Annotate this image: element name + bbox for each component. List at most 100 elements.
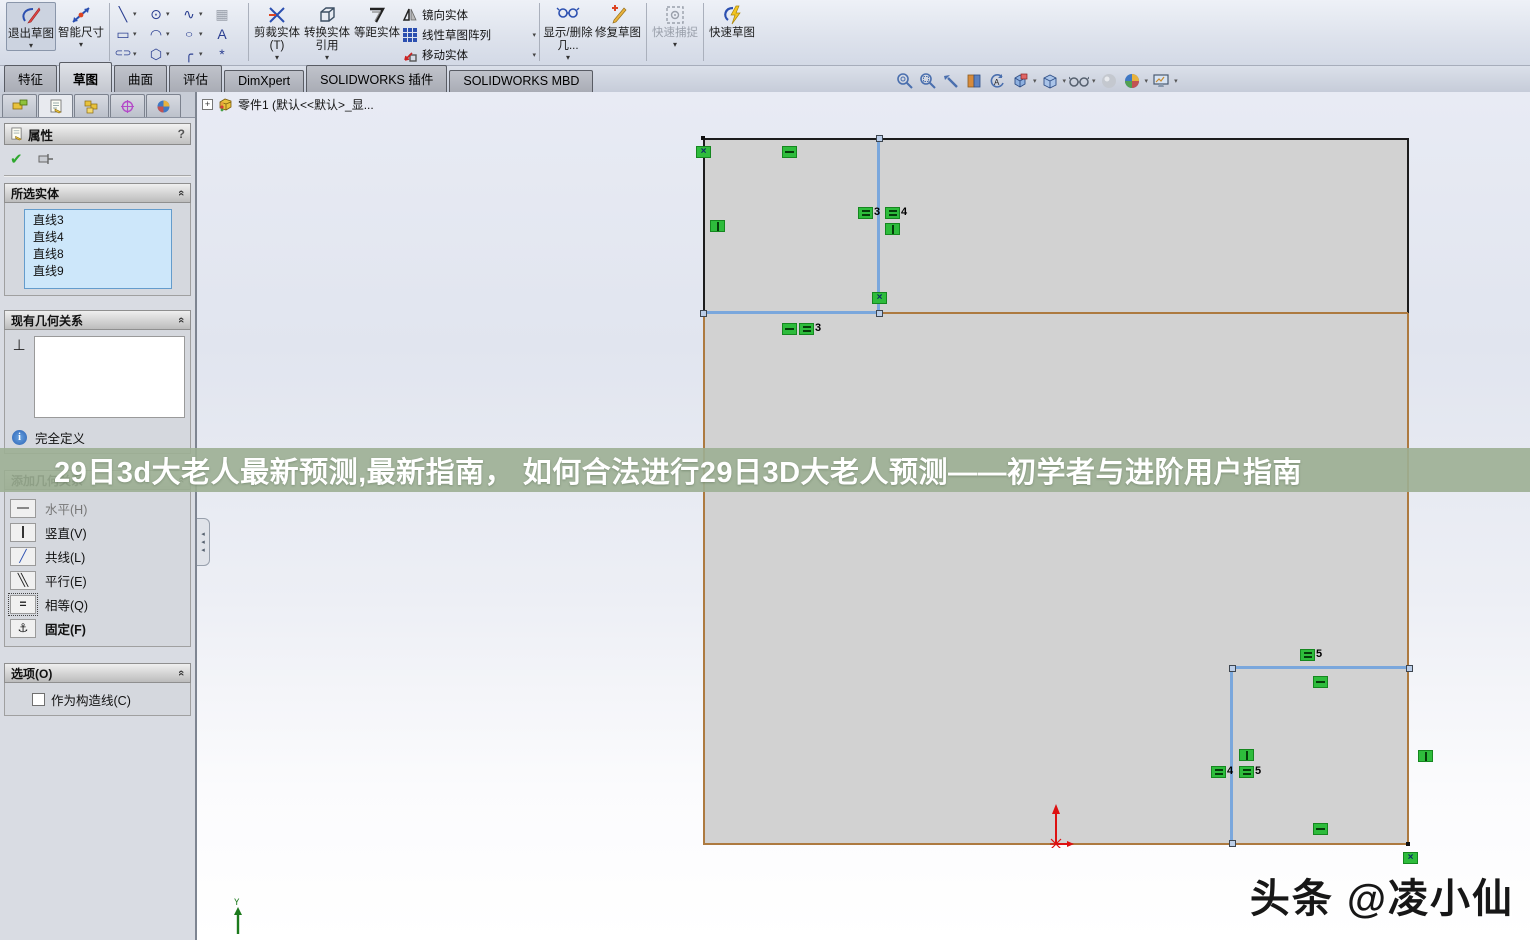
equal-constraint-badge[interactable] xyxy=(858,207,873,219)
list-item[interactable]: 直线8 xyxy=(33,246,171,263)
exit-sketch-button[interactable]: 退出草图 ▾ xyxy=(6,2,56,51)
chevron-up-icon[interactable]: « xyxy=(175,670,187,676)
dropdown-icon[interactable]: ▾ xyxy=(1092,77,1096,85)
endpoint-handle[interactable] xyxy=(1229,840,1236,847)
construction-line-checkbox[interactable] xyxy=(32,693,45,706)
polygon-tool-button[interactable]: ⬡▾ xyxy=(146,44,179,64)
dropdown-icon[interactable]: ▾ xyxy=(56,41,106,49)
dropdown-icon[interactable]: ▾ xyxy=(1033,77,1037,85)
offset-entities-button[interactable]: 等距实体 xyxy=(352,2,402,40)
selected-line-4[interactable] xyxy=(877,138,880,314)
apply-scene-icon[interactable] xyxy=(1122,71,1142,91)
sketch-line-mid[interactable] xyxy=(879,312,1408,314)
move-entities-button[interactable]: 移动实体 ▾ xyxy=(402,45,536,65)
horizontal-constraint-badge[interactable] xyxy=(1313,676,1328,688)
sketch-line-left-upper[interactable] xyxy=(703,138,705,313)
equal-constraint-badge[interactable] xyxy=(1239,766,1254,778)
trim-entities-button[interactable]: 剪裁实体(T) ▾ xyxy=(252,2,302,62)
endpoint-handle[interactable] xyxy=(1406,665,1413,672)
configurationmanager-tab[interactable] xyxy=(74,94,109,117)
horizontal-constraint-badge[interactable] xyxy=(1313,823,1328,835)
tab-surfaces[interactable]: 曲面 xyxy=(114,65,167,92)
tab-evaluate[interactable]: 评估 xyxy=(169,65,222,92)
fixed-constraint-badge[interactable]: × xyxy=(872,292,887,304)
dropdown-icon[interactable]: ▾ xyxy=(166,10,170,18)
pin-button[interactable] xyxy=(37,152,54,166)
tab-sketch[interactable]: 草图 xyxy=(59,62,112,92)
endpoint-handle[interactable] xyxy=(1229,665,1236,672)
dropdown-icon[interactable]: ▾ xyxy=(650,41,700,49)
help-button[interactable]: ? xyxy=(178,127,185,141)
dropdown-icon[interactable]: ▾ xyxy=(1145,77,1149,85)
sketch-line-left-lower[interactable] xyxy=(703,313,705,845)
tab-addins[interactable]: SOLIDWORKS 插件 xyxy=(306,65,447,92)
corner-point[interactable] xyxy=(701,136,705,140)
list-item[interactable]: 直线9 xyxy=(33,263,171,280)
sketch-line-right-lower[interactable] xyxy=(1407,313,1409,845)
arc-tool-button[interactable]: ◠▾ xyxy=(146,24,179,44)
endpoint-handle[interactable] xyxy=(876,310,883,317)
endpoint-handle[interactable] xyxy=(876,135,883,142)
panel-splitter-handle[interactable]: ◂ ◂ ◂ xyxy=(197,518,210,566)
dropdown-icon[interactable]: ▾ xyxy=(199,10,203,18)
display-delete-relations-button[interactable]: 显示/删除几... ▾ xyxy=(543,2,593,62)
view-orientation-icon[interactable] xyxy=(1010,71,1030,91)
graphics-area[interactable]: + 零件1 (默认<<默认>_显... × xyxy=(197,92,1530,940)
vertical-constraint-badge[interactable] xyxy=(1418,750,1433,762)
dropdown-icon[interactable]: ▾ xyxy=(199,50,203,58)
dropdown-icon[interactable]: ▾ xyxy=(199,30,203,38)
expand-icon[interactable]: + xyxy=(202,99,213,110)
tab-mbd[interactable]: SOLIDWORKS MBD xyxy=(449,70,593,92)
text-tool-button[interactable]: A xyxy=(212,24,245,44)
quick-snaps-button[interactable]: 快速捕捉 ▾ xyxy=(650,2,700,49)
previous-view-icon[interactable] xyxy=(941,71,961,91)
dropdown-icon[interactable]: ▾ xyxy=(1174,77,1178,85)
ok-button[interactable]: ✔ xyxy=(10,150,23,168)
dropdown-icon[interactable]: ▾ xyxy=(252,54,302,62)
rectangle-tool-button[interactable]: ▭▾ xyxy=(113,24,146,44)
displaymanager-tab[interactable] xyxy=(146,94,181,117)
horizontal-constraint-badge[interactable] xyxy=(782,146,797,158)
zoom-to-fit-icon[interactable] xyxy=(895,71,915,91)
chevron-up-icon[interactable]: « xyxy=(175,317,187,323)
section-view-icon[interactable] xyxy=(964,71,984,91)
part-tree-label[interactable]: 零件1 (默认<<默认>_显... xyxy=(238,96,374,113)
construction-line-option[interactable]: 作为构造线(C) xyxy=(10,689,185,709)
linear-pattern-button[interactable]: 线性草图阵列 ▾ xyxy=(402,25,536,45)
selected-line-8[interactable] xyxy=(1232,666,1409,669)
chevron-up-icon[interactable]: « xyxy=(175,190,187,196)
view-settings-icon[interactable] xyxy=(1151,71,1171,91)
line-tool-button[interactable]: ╲▾ xyxy=(113,4,146,24)
dropdown-icon[interactable]: ▾ xyxy=(1063,77,1067,85)
circle-tool-button[interactable]: ⊙▾ xyxy=(146,4,179,24)
existing-relations-list[interactable] xyxy=(34,336,185,418)
equal-constraint-badge[interactable] xyxy=(1211,766,1226,778)
convert-entities-button[interactable]: 转换实体引用 ▾ xyxy=(302,2,352,62)
hide-show-items-icon[interactable] xyxy=(1069,71,1089,91)
slot-tool-button[interactable]: ⊂⊃▾ xyxy=(113,44,146,64)
dropdown-icon[interactable]: ▾ xyxy=(133,10,137,18)
sketch-line-top[interactable] xyxy=(703,138,1408,140)
fixed-constraint-badge[interactable]: × xyxy=(696,146,711,158)
selected-entities-header[interactable]: 所选实体 « xyxy=(4,183,191,203)
tab-features[interactable]: 特征 xyxy=(4,65,57,92)
dropdown-icon[interactable]: ▾ xyxy=(133,30,137,38)
relation-horizontal[interactable]: 水平(H) xyxy=(10,496,185,520)
equal-constraint-badge[interactable] xyxy=(799,323,814,335)
dropdown-icon[interactable]: ▾ xyxy=(166,30,170,38)
selected-entities-list[interactable]: 直线3 直线4 直线8 直线9 xyxy=(24,209,172,289)
dropdown-icon[interactable]: ▾ xyxy=(133,50,137,58)
selected-line-3[interactable] xyxy=(703,311,879,314)
sketch-picture-button[interactable]: ▦ xyxy=(212,4,245,24)
corner-point[interactable] xyxy=(1406,842,1410,846)
spline-tool-button[interactable]: ∿▾ xyxy=(179,4,212,24)
rotate-view-icon[interactable]: A xyxy=(987,71,1007,91)
vertical-constraint-badge[interactable] xyxy=(885,223,900,235)
relation-vertical[interactable]: 竖直(V) xyxy=(10,520,185,544)
vertical-constraint-badge[interactable] xyxy=(710,220,725,232)
dropdown-icon[interactable]: ▾ xyxy=(166,50,170,58)
rapid-sketch-button[interactable]: 快速草图 xyxy=(707,2,757,40)
list-item[interactable]: 直线4 xyxy=(33,229,171,246)
dropdown-icon[interactable]: ▾ xyxy=(543,54,593,62)
vertical-constraint-badge[interactable] xyxy=(1239,749,1254,761)
